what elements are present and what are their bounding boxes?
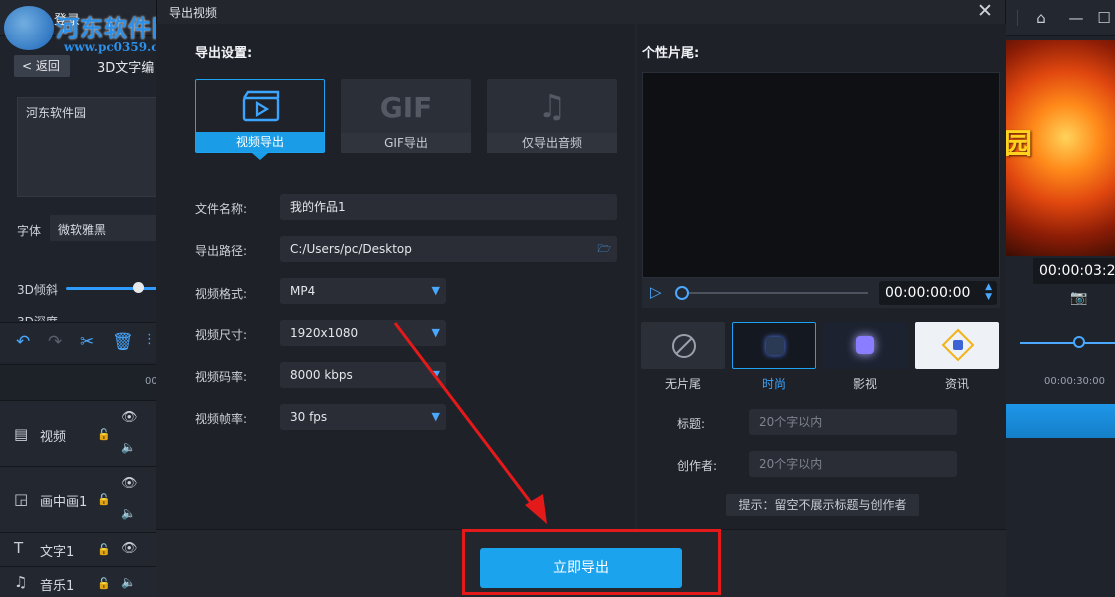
arrow-shaft (393, 322, 540, 513)
annotation-arrow (393, 322, 547, 524)
